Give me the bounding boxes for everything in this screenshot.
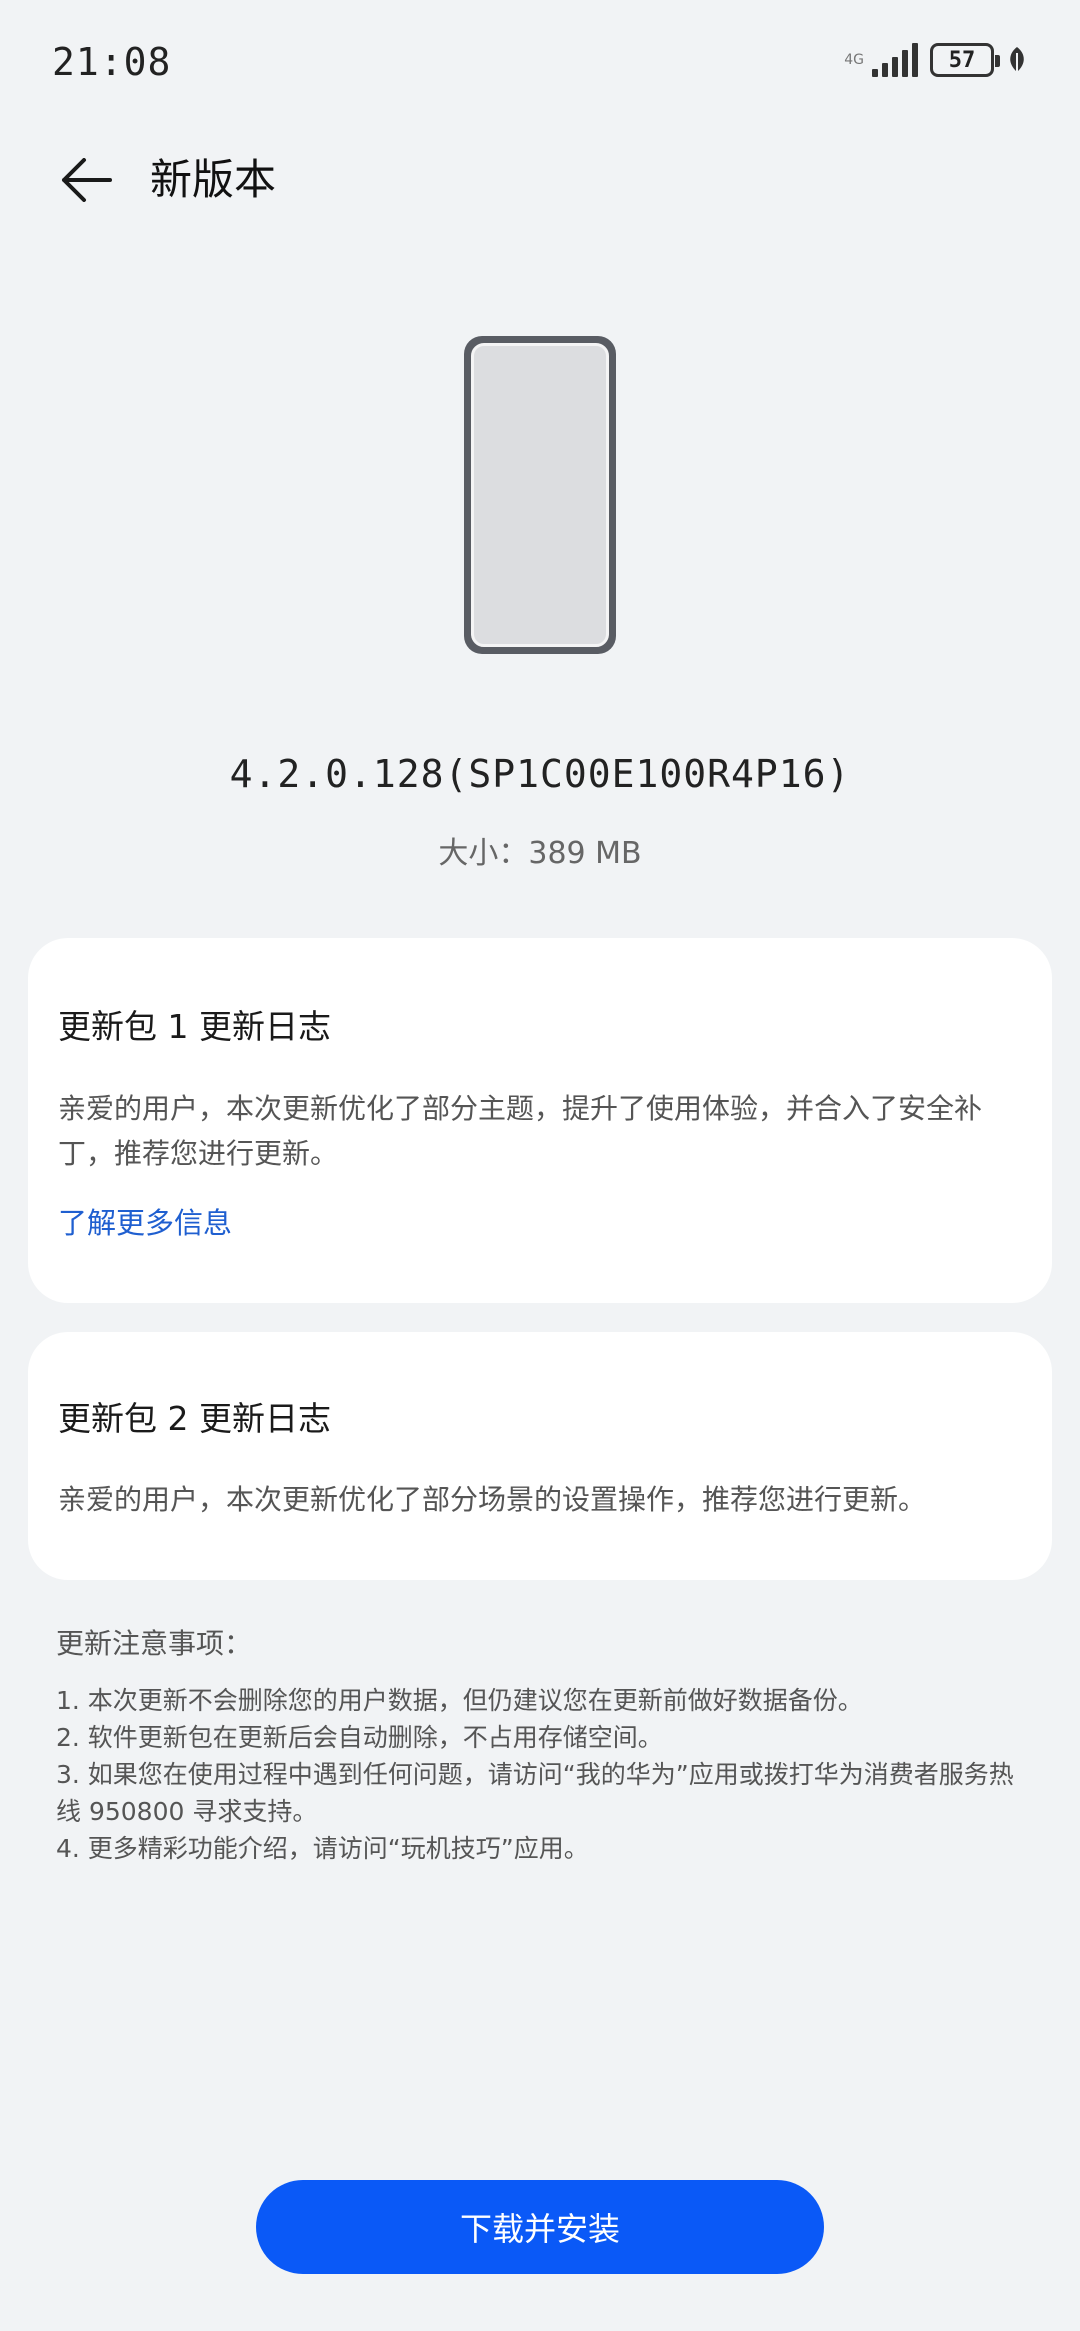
- back-button[interactable]: [54, 148, 118, 212]
- update-note-item: 1. 本次更新不会删除您的用户数据，但仍建议您在更新前做好数据备份。: [56, 1686, 863, 1715]
- battery-level: 57: [948, 47, 976, 73]
- update-package-2-description: 亲爱的用户，本次更新优化了部分场景的设置操作，推荐您进行更新。: [58, 1483, 927, 1516]
- update-package-1-title: 更新包 1 更新日志: [58, 1007, 331, 1046]
- arrow-left-icon: [62, 158, 112, 202]
- update-package-2-title: 更新包 2 更新日志: [58, 1399, 331, 1438]
- update-note-item: 2. 软件更新包在更新后会自动删除，不占用存储空间。: [56, 1723, 663, 1752]
- phone-screen-illustration: [471, 343, 609, 647]
- page-title: 新版本: [150, 155, 277, 204]
- version-number: 4.2.0.128(SP1C00E100R4P16): [229, 752, 851, 796]
- update-screen: 21:08 4G 57 新版本 4.2.0.128(SP1C00E100R4P1…: [0, 0, 1080, 2331]
- network-type-label: 4G: [844, 52, 864, 68]
- app-header: 新版本: [0, 130, 1080, 230]
- download-and-install-button[interactable]: 下载并安装: [256, 2180, 824, 2274]
- status-bar: 21:08 4G 57: [0, 0, 1080, 120]
- status-time: 21:08: [52, 40, 172, 84]
- update-notes-list: 1. 本次更新不会删除您的用户数据，但仍建议您在更新前做好数据备份。 2. 软件…: [56, 1682, 1016, 1867]
- update-note-item: 3. 如果您在使用过程中遇到任何问题，请访问“我的华为”应用或拨打华为消费者服务…: [56, 1760, 1014, 1826]
- phone-illustration: [464, 336, 616, 654]
- update-package-1-card: 更新包 1 更新日志 亲爱的用户，本次更新优化了部分主题，提升了使用体验，并合入…: [28, 938, 1052, 1303]
- status-icons: 4G 57: [844, 42, 1028, 78]
- update-package-1-description: 亲爱的用户，本次更新优化了部分主题，提升了使用体验，并合入了安全补丁，推荐您进行…: [58, 1092, 983, 1170]
- update-note-item: 4. 更多精彩功能介绍，请访问“玩机技巧”应用。: [56, 1834, 589, 1863]
- signal-strength-icon: [872, 43, 918, 77]
- update-notes-title: 更新注意事项：: [56, 1627, 253, 1660]
- package-size: 大小：389 MB: [438, 836, 642, 871]
- power-saving-leaf-icon: [1010, 47, 1024, 74]
- learn-more-link[interactable]: 了解更多信息: [58, 1200, 232, 1242]
- update-package-2-card: 更新包 2 更新日志 亲爱的用户，本次更新优化了部分场景的设置操作，推荐您进行更…: [28, 1332, 1052, 1580]
- battery-icon: 57: [930, 43, 1000, 77]
